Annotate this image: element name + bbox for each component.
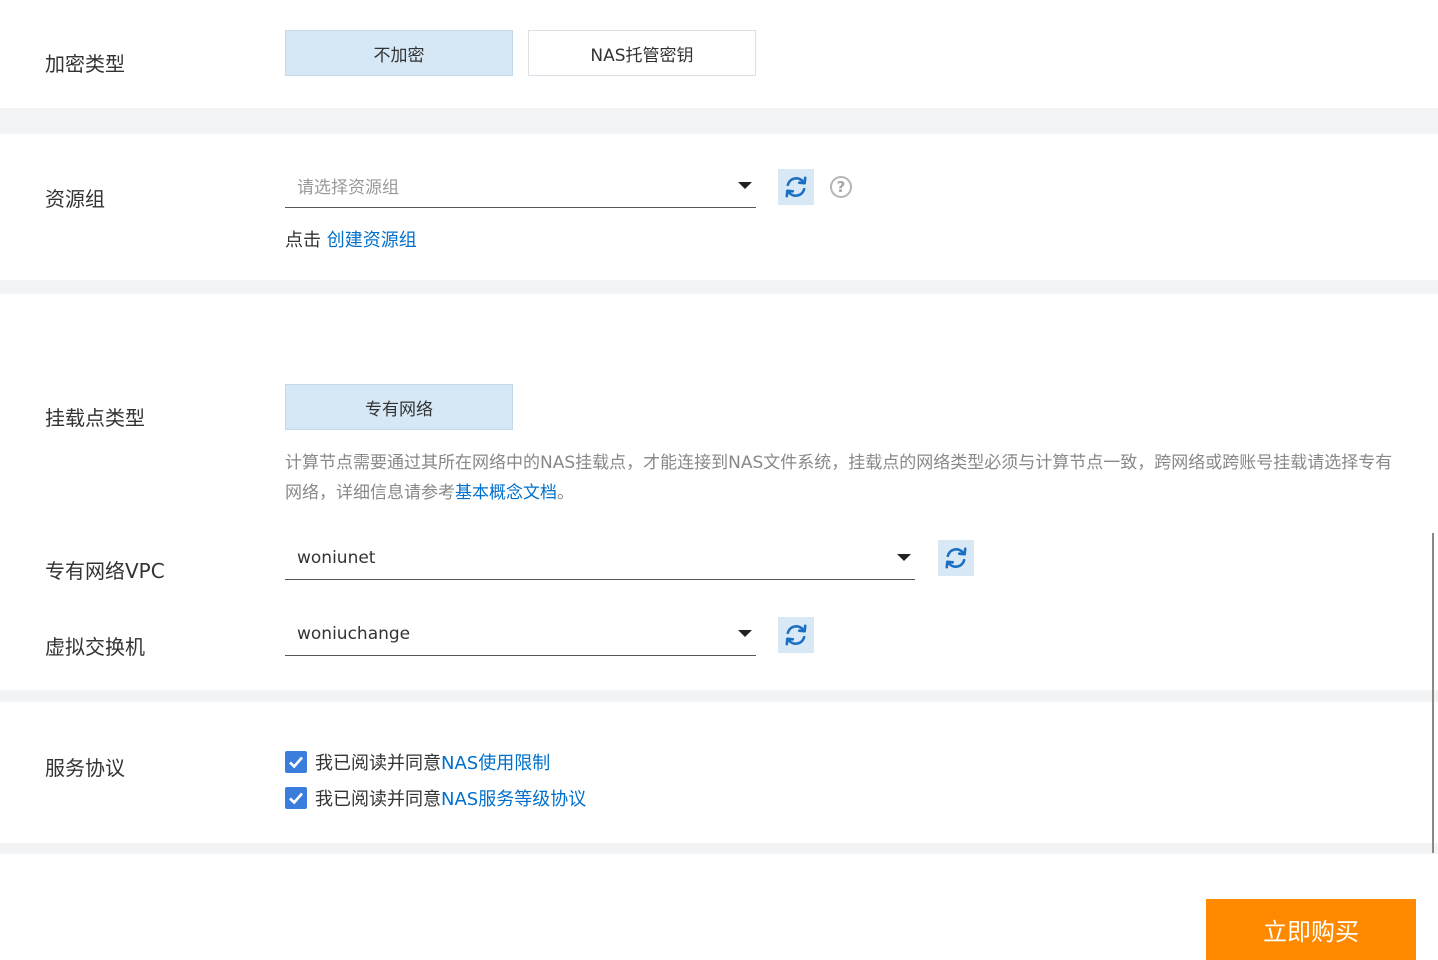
section-divider xyxy=(0,108,1438,134)
checkmark-icon xyxy=(289,756,303,769)
mount-point-description: 计算节点需要通过其所在网络中的NAS挂载点，才能连接到NAS文件系统，挂载点的网… xyxy=(285,448,1395,508)
section-divider xyxy=(0,690,1438,702)
vswitch-select[interactable]: woniuchange xyxy=(285,612,756,656)
chevron-down-icon xyxy=(897,554,911,561)
refresh-icon xyxy=(785,624,807,646)
resource-group-select[interactable]: 请选择资源组 xyxy=(285,164,756,208)
agreement-prefix: 我已阅读并同意 xyxy=(315,789,441,810)
chevron-down-icon xyxy=(738,182,752,189)
vswitch-refresh-button[interactable] xyxy=(778,617,814,653)
mount-point-type-label: 挂载点类型 xyxy=(45,406,145,430)
encryption-label: 加密类型 xyxy=(45,52,125,76)
vswitch-value: woniuchange xyxy=(297,623,411,644)
section-divider xyxy=(0,843,1438,854)
vpc-select[interactable]: woniunet xyxy=(285,536,915,580)
agreement-sla: 我已阅读并同意 NAS服务等级协议 xyxy=(285,785,586,811)
refresh-icon xyxy=(945,547,967,569)
description-text: 计算节点需要通过其所在网络中的NAS挂载点，才能连接到NAS文件系统，挂载点的网… xyxy=(285,453,1393,503)
resource-group-placeholder: 请选择资源组 xyxy=(297,178,399,198)
agreement-prefix: 我已阅读并同意 xyxy=(315,753,441,774)
vpc-value: woniunet xyxy=(297,547,376,568)
mount-point-option-vpc[interactable]: 专有网络 xyxy=(285,384,513,430)
buy-now-button[interactable]: 立即购买 xyxy=(1206,899,1416,960)
create-resource-group-link[interactable]: 创建资源组 xyxy=(327,230,417,251)
create-resource-group-hint: 点击 创建资源组 xyxy=(285,226,417,252)
resource-group-label: 资源组 xyxy=(45,187,105,211)
description-end: 。 xyxy=(557,483,574,503)
refresh-icon xyxy=(785,176,807,198)
checkmark-icon xyxy=(289,792,303,805)
help-icon[interactable]: ? xyxy=(830,176,852,198)
agreement-usage-limits: 我已阅读并同意 NAS使用限制 xyxy=(285,749,550,775)
vpc-label: 专有网络VPC xyxy=(45,559,165,583)
vswitch-label: 虚拟交换机 xyxy=(45,635,145,659)
basic-concepts-doc-link[interactable]: 基本概念文档 xyxy=(455,483,557,503)
chevron-down-icon xyxy=(738,630,752,637)
nas-sla-link[interactable]: NAS服务等级协议 xyxy=(441,785,586,811)
service-agreement-label: 服务协议 xyxy=(45,756,125,780)
agreement-sla-checkbox[interactable] xyxy=(285,787,307,809)
encryption-option-nas-managed-key[interactable]: NAS托管密钥 xyxy=(528,30,756,76)
hint-prefix: 点击 xyxy=(285,230,327,251)
agreement-usage-limits-checkbox[interactable] xyxy=(285,751,307,773)
scrollbar[interactable] xyxy=(1432,533,1434,853)
vpc-refresh-button[interactable] xyxy=(938,540,974,576)
encryption-option-none[interactable]: 不加密 xyxy=(285,30,513,76)
nas-usage-limits-link[interactable]: NAS使用限制 xyxy=(441,749,550,775)
resource-group-refresh-button[interactable] xyxy=(778,169,814,205)
section-divider xyxy=(0,280,1438,294)
